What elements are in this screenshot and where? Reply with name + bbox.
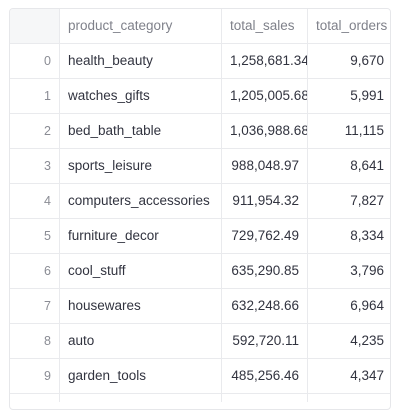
row-index: 8 xyxy=(10,324,60,359)
total-sales-cell[interactable]: 635,290.85 xyxy=(222,254,308,289)
spacer-cell xyxy=(10,394,60,402)
table-bottom-spacer xyxy=(10,394,390,402)
product-category-cell[interactable]: health_beauty xyxy=(60,44,222,79)
total-orders-cell[interactable]: 6,964 xyxy=(308,289,390,324)
total-orders-cell[interactable]: 8,641 xyxy=(308,149,390,184)
total-orders-cell[interactable]: 7,827 xyxy=(308,184,390,219)
total-sales-cell[interactable]: 729,762.49 xyxy=(222,219,308,254)
product-category-cell[interactable]: cool_stuff xyxy=(60,254,222,289)
total-sales-cell[interactable]: 632,248.66 xyxy=(222,289,308,324)
dataframe-grid: product_category total_sales total_order… xyxy=(10,9,390,394)
product-category-cell[interactable]: sports_leisure xyxy=(60,149,222,184)
total-sales-cell[interactable]: 592,720.11 xyxy=(222,324,308,359)
row-index: 6 xyxy=(10,254,60,289)
total-orders-cell[interactable]: 4,347 xyxy=(308,359,390,394)
spacer-cell xyxy=(308,394,390,402)
product-category-cell[interactable]: garden_tools xyxy=(60,359,222,394)
row-index: 0 xyxy=(10,44,60,79)
row-index: 4 xyxy=(10,184,60,219)
column-header-total-sales[interactable]: total_sales xyxy=(222,9,308,44)
spacer-cell xyxy=(222,394,308,402)
product-category-cell[interactable]: computers_accessories xyxy=(60,184,222,219)
row-index: 7 xyxy=(10,289,60,324)
dataframe-table[interactable]: product_category total_sales total_order… xyxy=(9,8,391,410)
product-category-cell[interactable]: bed_bath_table xyxy=(60,114,222,149)
row-index: 9 xyxy=(10,359,60,394)
total-sales-cell[interactable]: 1,036,988.68 xyxy=(222,114,308,149)
total-orders-cell[interactable]: 4,235 xyxy=(308,324,390,359)
total-orders-cell[interactable]: 5,991 xyxy=(308,79,390,114)
total-orders-cell[interactable]: 3,796 xyxy=(308,254,390,289)
total-orders-cell[interactable]: 11,115 xyxy=(308,114,390,149)
product-category-cell[interactable]: furniture_decor xyxy=(60,219,222,254)
product-category-cell[interactable]: auto xyxy=(60,324,222,359)
header-index-cell[interactable] xyxy=(10,9,60,44)
spacer-cell xyxy=(60,394,222,402)
column-header-total-orders[interactable]: total_orders xyxy=(308,9,390,44)
product-category-cell[interactable]: housewares xyxy=(60,289,222,324)
row-index: 3 xyxy=(10,149,60,184)
row-index: 1 xyxy=(10,79,60,114)
total-orders-cell[interactable]: 9,670 xyxy=(308,44,390,79)
column-header-product-category[interactable]: product_category xyxy=(60,9,222,44)
total-sales-cell[interactable]: 911,954.32 xyxy=(222,184,308,219)
total-sales-cell[interactable]: 1,258,681.34 xyxy=(222,44,308,79)
total-sales-cell[interactable]: 988,048.97 xyxy=(222,149,308,184)
row-index: 2 xyxy=(10,114,60,149)
total-sales-cell[interactable]: 1,205,005.68 xyxy=(222,79,308,114)
row-index: 5 xyxy=(10,219,60,254)
total-sales-cell[interactable]: 485,256.46 xyxy=(222,359,308,394)
total-orders-cell[interactable]: 8,334 xyxy=(308,219,390,254)
product-category-cell[interactable]: watches_gifts xyxy=(60,79,222,114)
